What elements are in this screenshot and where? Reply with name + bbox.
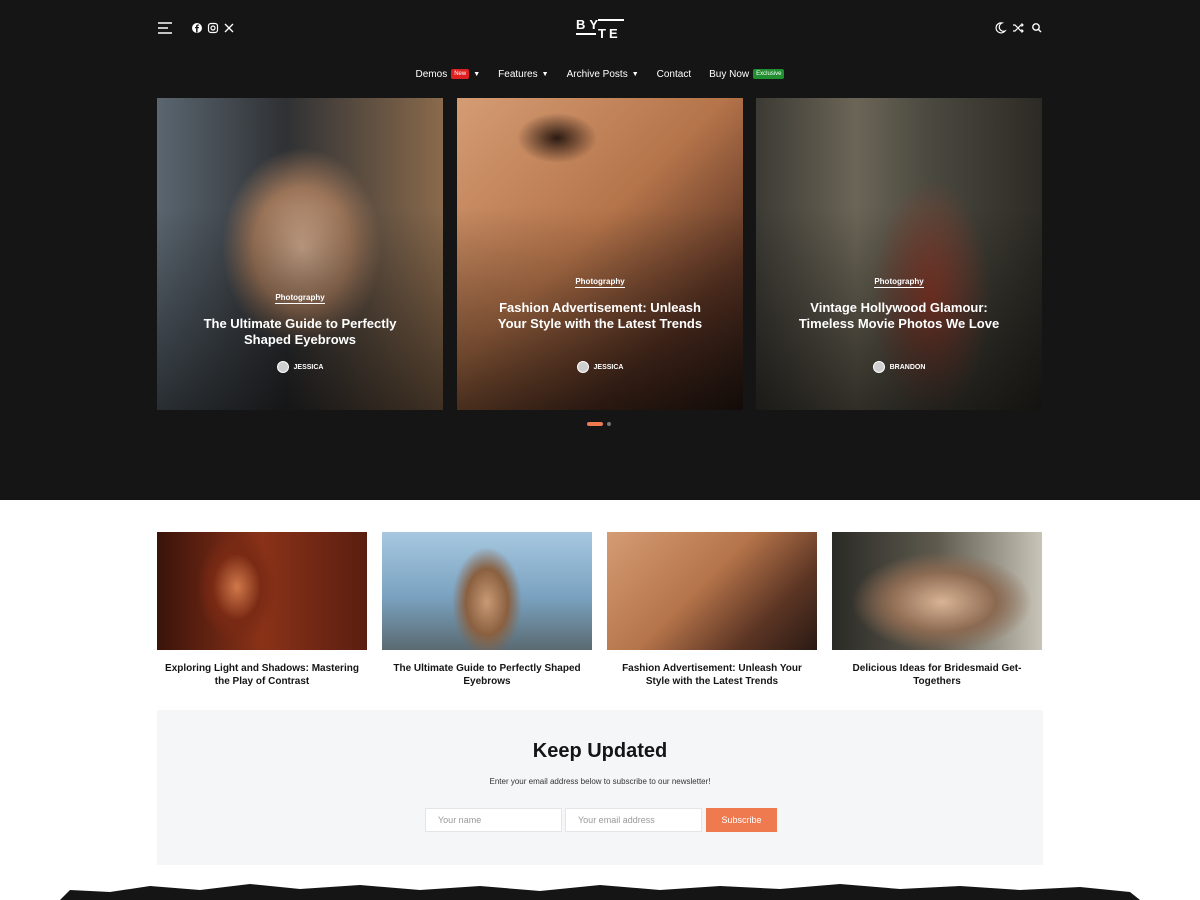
subscribe-button[interactable]: Subscribe	[706, 808, 777, 832]
newsletter-heading: Keep Updated	[532, 740, 668, 762]
caret-down-icon: ▼	[631, 70, 639, 78]
menu-icon[interactable]	[157, 20, 173, 36]
brush-divider	[0, 430, 1200, 496]
post-title[interactable]: Delicious Ideas for Bridesmaid Get-Toget…	[832, 662, 1042, 688]
post-thumbnail[interactable]	[382, 532, 592, 650]
avatar	[872, 361, 885, 373]
slider-dot[interactable]	[607, 422, 611, 426]
hero-title[interactable]: Fashion Advertisement: Unleash Your Styl…	[487, 300, 713, 332]
nav-item-archive-posts[interactable]: Archive Posts ▼	[567, 64, 639, 84]
hero-author[interactable]: JESSICA	[457, 361, 743, 373]
hero-author[interactable]: BRANDON	[756, 361, 1042, 373]
post-card[interactable]: The Ultimate Guide to Perfectly Shaped E…	[382, 532, 592, 688]
nav-item-features[interactable]: Features ▼	[498, 64, 548, 84]
nav-item-contact[interactable]: Contact	[657, 64, 691, 84]
avatar	[576, 361, 589, 373]
search-icon[interactable]	[1029, 20, 1045, 36]
post-thumbnail[interactable]	[832, 532, 1042, 650]
site-logo[interactable]: BY TE	[576, 17, 624, 41]
hero-title[interactable]: The Ultimate Guide to Perfectly Shaped E…	[187, 316, 413, 348]
newsletter-section: Keep Updated Enter your email address be…	[157, 710, 1043, 865]
new-badge: New	[451, 69, 470, 79]
hero-category[interactable]: Photography	[457, 277, 743, 288]
moon-icon[interactable]	[992, 20, 1008, 36]
exclusive-badge: Exclusive	[753, 69, 785, 79]
slider-dot-active[interactable]	[587, 422, 603, 426]
brush-divider-bottom	[60, 884, 1140, 900]
instagram-icon[interactable]	[205, 20, 221, 36]
hero-author[interactable]: JESSICA	[157, 361, 443, 373]
nav-item-buy-now[interactable]: Buy Now Exclusive	[709, 64, 785, 84]
facebook-icon[interactable]	[189, 20, 205, 36]
slider-pagination	[587, 422, 611, 426]
main-nav: Demos New ▼ Features ▼ Archive Posts ▼ C…	[0, 64, 1200, 84]
name-input[interactable]	[425, 808, 562, 832]
post-title[interactable]: Exploring Light and Shadows: Mastering t…	[157, 662, 367, 688]
post-card[interactable]: Exploring Light and Shadows: Mastering t…	[157, 532, 367, 688]
hero-card[interactable]: Photography The Ultimate Guide to Perfec…	[157, 98, 443, 410]
post-card[interactable]: Delicious Ideas for Bridesmaid Get-Toget…	[832, 532, 1042, 688]
shuffle-icon[interactable]	[1010, 20, 1026, 36]
newsletter-text: Enter your email address below to subscr…	[489, 777, 711, 786]
logo-text-bottom: TE	[598, 26, 621, 41]
caret-down-icon: ▼	[473, 70, 481, 78]
post-thumbnail[interactable]	[157, 532, 367, 650]
hero-card[interactable]: Photography Fashion Advertisement: Unlea…	[457, 98, 743, 410]
avatar	[276, 361, 289, 373]
hero-category[interactable]: Photography	[756, 277, 1042, 288]
hero-category[interactable]: Photography	[157, 293, 443, 304]
hero-card[interactable]: Photography Vintage Hollywood Glamour: T…	[756, 98, 1042, 410]
post-title[interactable]: The Ultimate Guide to Perfectly Shaped E…	[382, 662, 592, 688]
post-thumbnail[interactable]	[607, 532, 817, 650]
email-input[interactable]	[565, 808, 702, 832]
nav-item-demos[interactable]: Demos New ▼	[416, 64, 481, 84]
post-card[interactable]: Fashion Advertisement: Unleash Your Styl…	[607, 532, 817, 688]
hero-title[interactable]: Vintage Hollywood Glamour: Timeless Movi…	[786, 300, 1012, 332]
x-icon[interactable]	[221, 20, 237, 36]
post-title[interactable]: Fashion Advertisement: Unleash Your Styl…	[607, 662, 817, 688]
caret-down-icon: ▼	[541, 70, 549, 78]
